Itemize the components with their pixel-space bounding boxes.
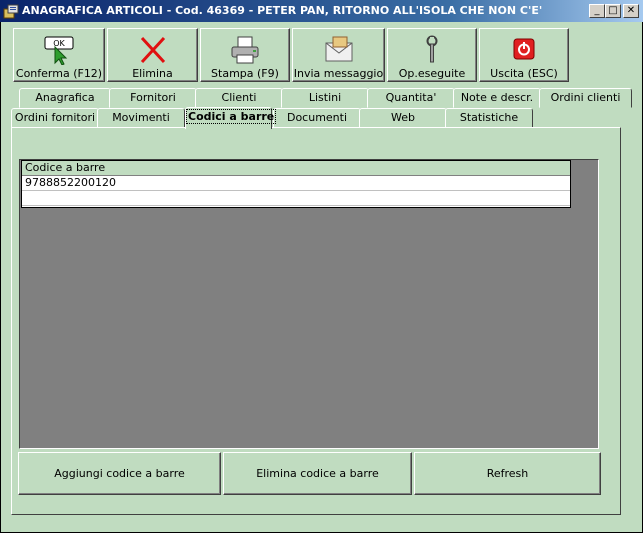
window-title: ANAGRAFICA ARTICOLI - Cod. 46369 - PETER… xyxy=(22,4,543,17)
delete-button[interactable]: Elimina xyxy=(107,28,198,82)
confirm-label: Conferma (F12) xyxy=(15,67,103,80)
add-barcode-button[interactable]: Aggiungi codice a barre xyxy=(18,452,221,495)
column-header-codice-a-barre[interactable]: Codice a barre xyxy=(22,161,570,176)
wrench-icon xyxy=(426,35,438,63)
close-button[interactable]: ✕ xyxy=(623,4,639,18)
tab-movimenti[interactable]: Movimenti xyxy=(97,108,185,128)
delete-x-icon xyxy=(140,36,165,64)
table-row[interactable] xyxy=(22,191,570,206)
printer-icon xyxy=(231,36,259,64)
tab-clienti[interactable]: Clienti xyxy=(195,88,283,108)
ok-icon: OK xyxy=(44,36,74,65)
title-bar: ANAGRAFICA ARTICOLI - Cod. 46369 - PETER… xyxy=(0,0,643,22)
operations-done-button[interactable]: Op.eseguite xyxy=(387,28,477,82)
barcode-grid[interactable]: Codice a barre 9788852200120 xyxy=(21,160,571,208)
exit-label: Uscita (ESC) xyxy=(490,67,558,80)
tab-web[interactable]: Web xyxy=(359,108,447,128)
minimize-button[interactable]: _ xyxy=(589,4,605,18)
delete-barcode-button[interactable]: Elimina codice a barre xyxy=(223,452,412,495)
envelope-icon xyxy=(325,36,352,62)
print-label: Stampa (F9) xyxy=(211,67,279,80)
confirm-button[interactable]: OK Conferma (F12) xyxy=(13,28,105,82)
table-row[interactable]: 9788852200120 xyxy=(22,176,570,191)
print-button[interactable]: Stampa (F9) xyxy=(200,28,290,82)
tab-note-descr[interactable]: Note e descr. xyxy=(453,88,541,108)
maximize-button[interactable]: □ xyxy=(605,4,621,18)
tab-quantita[interactable]: Quantita' xyxy=(367,88,455,108)
tab-statistiche[interactable]: Statistiche xyxy=(445,108,533,128)
tab-anagrafica[interactable]: Anagrafica xyxy=(19,88,111,108)
power-icon xyxy=(513,38,535,60)
exit-button[interactable]: Uscita (ESC) xyxy=(479,28,569,82)
app-icon xyxy=(3,4,19,19)
tab-documenti[interactable]: Documenti xyxy=(273,108,361,128)
tab-listini[interactable]: Listini xyxy=(281,88,369,108)
send-message-button[interactable]: Invia messaggio xyxy=(292,28,385,82)
tab-ordini-fornitori[interactable]: Ordini fornitori xyxy=(11,108,99,128)
tab-fornitori[interactable]: Fornitori xyxy=(109,88,197,108)
operations-done-label: Op.eseguite xyxy=(398,67,466,80)
refresh-button[interactable]: Refresh xyxy=(414,452,601,495)
delete-label: Elimina xyxy=(132,67,173,80)
tab-ordini-clienti[interactable]: Ordini clienti xyxy=(539,88,632,108)
send-message-label: Invia messaggio xyxy=(293,67,384,80)
tab-codici-a-barre[interactable]: Codici a barre xyxy=(185,107,277,129)
